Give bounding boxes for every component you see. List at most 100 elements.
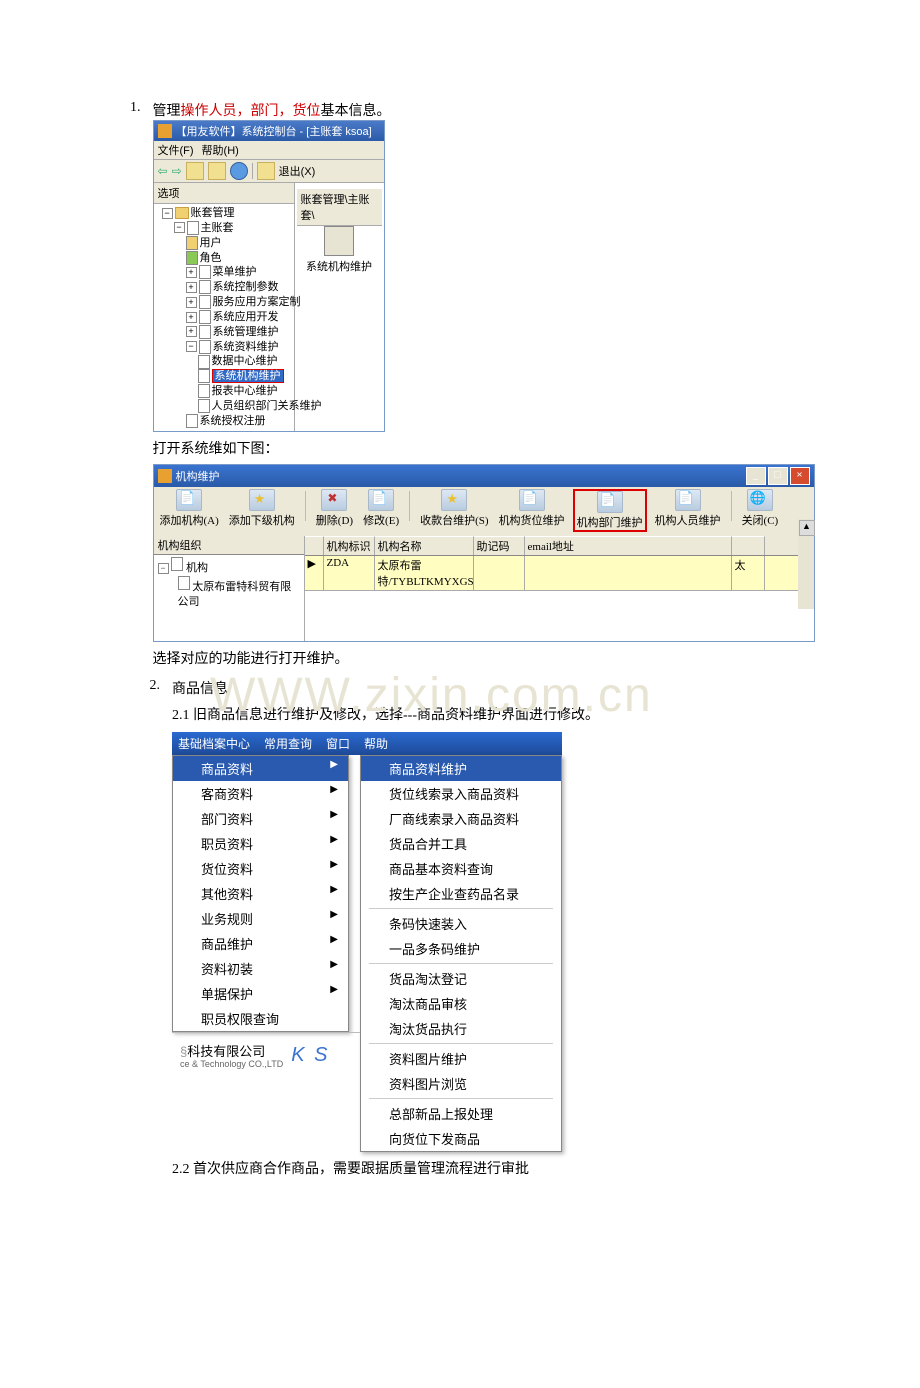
menu-data-init[interactable]: 资料初装▶: [173, 956, 348, 981]
menu-dept-data[interactable]: 部门资料▶: [173, 806, 348, 831]
menu-product-data-maint[interactable]: 商品资料维护: [361, 756, 561, 781]
exit-icon[interactable]: [257, 162, 275, 180]
tree-role[interactable]: 角色: [156, 251, 292, 266]
col-mnemonic: 助记码: [474, 536, 525, 555]
menu-other-data[interactable]: 其他资料▶: [173, 881, 348, 906]
col-email: email地址: [525, 536, 732, 555]
toolbar-icon-2[interactable]: [208, 162, 226, 180]
doc-icon: [675, 489, 701, 511]
menu-doc-protect[interactable]: 单据保护▶: [173, 981, 348, 1006]
menu-hq-new-product[interactable]: 总部新品上报处理: [361, 1101, 561, 1126]
tree-sys-param[interactable]: +系统控制参数: [156, 280, 292, 295]
pos-maint-button[interactable]: 收款台维护(S): [418, 489, 490, 532]
menu-help[interactable]: 帮助: [364, 735, 388, 752]
delete-button[interactable]: 删除(D): [314, 489, 355, 532]
menu-img-browse[interactable]: 资料图片浏览: [361, 1071, 561, 1096]
col-org-name: 机构名称: [375, 536, 474, 555]
menu-obsolete-audit[interactable]: 淘汰商品审核: [361, 991, 561, 1016]
menu-product-maint[interactable]: 商品维护▶: [173, 931, 348, 956]
menu-biz-rule[interactable]: 业务规则▶: [173, 906, 348, 931]
menu-common-query[interactable]: 常用查询: [264, 735, 312, 752]
modify-button[interactable]: 修改(E): [361, 489, 401, 532]
menu-file[interactable]: 文件(F): [158, 142, 194, 158]
tree-user[interactable]: 用户: [156, 236, 292, 251]
modify-icon: [368, 489, 394, 511]
menu-product-data[interactable]: 商品资料▶: [173, 756, 348, 781]
tree-mgmt-maint[interactable]: +系统管理维护: [156, 325, 292, 340]
menu-supplier-data[interactable]: 客商资料▶: [173, 781, 348, 806]
col-blank: [732, 536, 765, 555]
tree-auth-reg[interactable]: 系统授权注册: [156, 414, 292, 429]
menu-help[interactable]: 帮助(H): [202, 142, 239, 158]
help-icon[interactable]: [230, 162, 248, 180]
tree-app-dev[interactable]: +系统应用开发: [156, 310, 292, 325]
separator: [731, 491, 732, 521]
org-maint-label[interactable]: 系统机构维护: [297, 258, 382, 274]
add-sub-org-button[interactable]: 添加下级机构: [227, 489, 297, 532]
scroll-up-icon[interactable]: ▲: [799, 520, 815, 536]
win1-menubar: 文件(F) 帮助(H): [154, 141, 384, 160]
tree-report-maint[interactable]: 报表中心维护: [156, 384, 292, 399]
toolbar-icon-1[interactable]: [186, 162, 204, 180]
win1-titlebar: 【用友软件】系统控制台 - [主账套 ksoa]: [154, 121, 384, 141]
close-toolbar-button[interactable]: 关闭(C): [740, 489, 781, 532]
minimize-button[interactable]: _: [746, 467, 766, 485]
win1-toolbar: ⇦ ⇨ 退出(X): [154, 160, 384, 183]
cell-org-id: ZDA: [324, 556, 375, 590]
company-name-cn: §科技有限公司: [180, 1041, 283, 1060]
loc-maint-button[interactable]: 机构货位维护: [497, 489, 567, 532]
tree-main[interactable]: −主账套: [156, 221, 292, 236]
separator: [305, 491, 306, 521]
close-icon: [747, 489, 773, 511]
tree-svc-custom[interactable]: +服务应用方案定制: [156, 295, 292, 310]
menu-img-maint[interactable]: 资料图片维护: [361, 1046, 561, 1071]
scrollbar[interactable]: ▲: [798, 519, 814, 609]
tree-root[interactable]: −账套管理: [156, 206, 292, 221]
separator: [369, 908, 553, 909]
tree-staff-rel[interactable]: 人员组织部门关系维护: [156, 399, 292, 414]
tree-menu-maint[interactable]: +菜单维护: [156, 265, 292, 280]
cell-mnemonic: [474, 556, 525, 590]
submenu-1: 商品资料▶ 客商资料▶ 部门资料▶ 职员资料▶ 货位资料▶ 其他资料▶ 业务规则…: [172, 755, 349, 1032]
separator: [369, 1098, 553, 1099]
menu-basic-query[interactable]: 商品基本资料查询: [361, 856, 561, 881]
menu-staff-auth-query[interactable]: 职员权限查询: [173, 1006, 348, 1031]
forward-icon[interactable]: ⇨: [172, 164, 182, 178]
tree-data-center[interactable]: 数据中心维护: [156, 354, 292, 369]
caption-under-win2: 选择对应的功能进行打开维护。: [153, 648, 815, 668]
caption-under-win1: 打开系统维如下图：: [153, 438, 815, 458]
tree-org-maint[interactable]: 系统机构维护: [156, 369, 292, 384]
menu-obsolete-exec[interactable]: 淘汰货品执行: [361, 1016, 561, 1041]
exit-label[interactable]: 退出(X): [279, 163, 316, 179]
org-maint-big-icon[interactable]: [324, 226, 354, 256]
maximize-button[interactable]: □: [768, 467, 788, 485]
menu-drug-catalog[interactable]: 按生产企业查药品名录: [361, 881, 561, 906]
close-button[interactable]: ×: [790, 467, 810, 485]
company-name-en: ce & Technology CO.,LTD: [180, 1060, 283, 1070]
menu-merge-tool[interactable]: 货品合并工具: [361, 831, 561, 856]
dept-maint-button[interactable]: 机构部门维护: [573, 489, 647, 532]
back-icon[interactable]: ⇦: [158, 164, 168, 178]
menu-window[interactable]: 窗口: [326, 735, 350, 752]
menu-vendor-thread-input[interactable]: 厂商线索录入商品资料: [361, 806, 561, 831]
win1-title-text: 【用友软件】系统控制台 - [主账套 ksoa]: [176, 123, 372, 139]
item2-line21: 2.1 旧商品信息进行维护及修改，选择---商品资料维护界面进行修改。: [172, 704, 790, 724]
cell-org-name: 太原布雷特/TYBLTKMYXGS: [375, 556, 474, 590]
app-icon: [158, 469, 172, 483]
menu-obsolete-register[interactable]: 货品淘汰登记: [361, 966, 561, 991]
add-org-button[interactable]: 添加机构(A): [158, 489, 221, 532]
menu-multi-barcode[interactable]: 一品多条码维护: [361, 936, 561, 961]
menu-staff-data[interactable]: 职员资料▶: [173, 831, 348, 856]
menu-dispatch-to-loc[interactable]: 向货位下发商品: [361, 1126, 561, 1151]
menubar: 基础档案中心 常用查询 窗口 帮助: [172, 732, 562, 755]
menu-loc-data[interactable]: 货位资料▶: [173, 856, 348, 881]
table-row[interactable]: ▶ ZDA 太原布雷特/TYBLTKMYXGS 太: [305, 556, 814, 591]
menu-barcode-load[interactable]: 条码快速装入: [361, 911, 561, 936]
win2-toolbar: 添加机构(A) 添加下级机构 删除(D) 修改(E) 收款台维护(S) 机构货位…: [154, 487, 814, 536]
tree-data-maint[interactable]: −系统资料维护: [156, 340, 292, 355]
menu-archive-center[interactable]: 基础档案中心: [178, 735, 250, 752]
menu-loc-thread-input[interactable]: 货位线索录入商品资料: [361, 781, 561, 806]
staff-maint-button[interactable]: 机构人员维护: [653, 489, 723, 532]
tree-root[interactable]: − 机构: [158, 557, 300, 576]
tree-child[interactable]: 太原布雷特科贸有限公司: [158, 576, 300, 611]
